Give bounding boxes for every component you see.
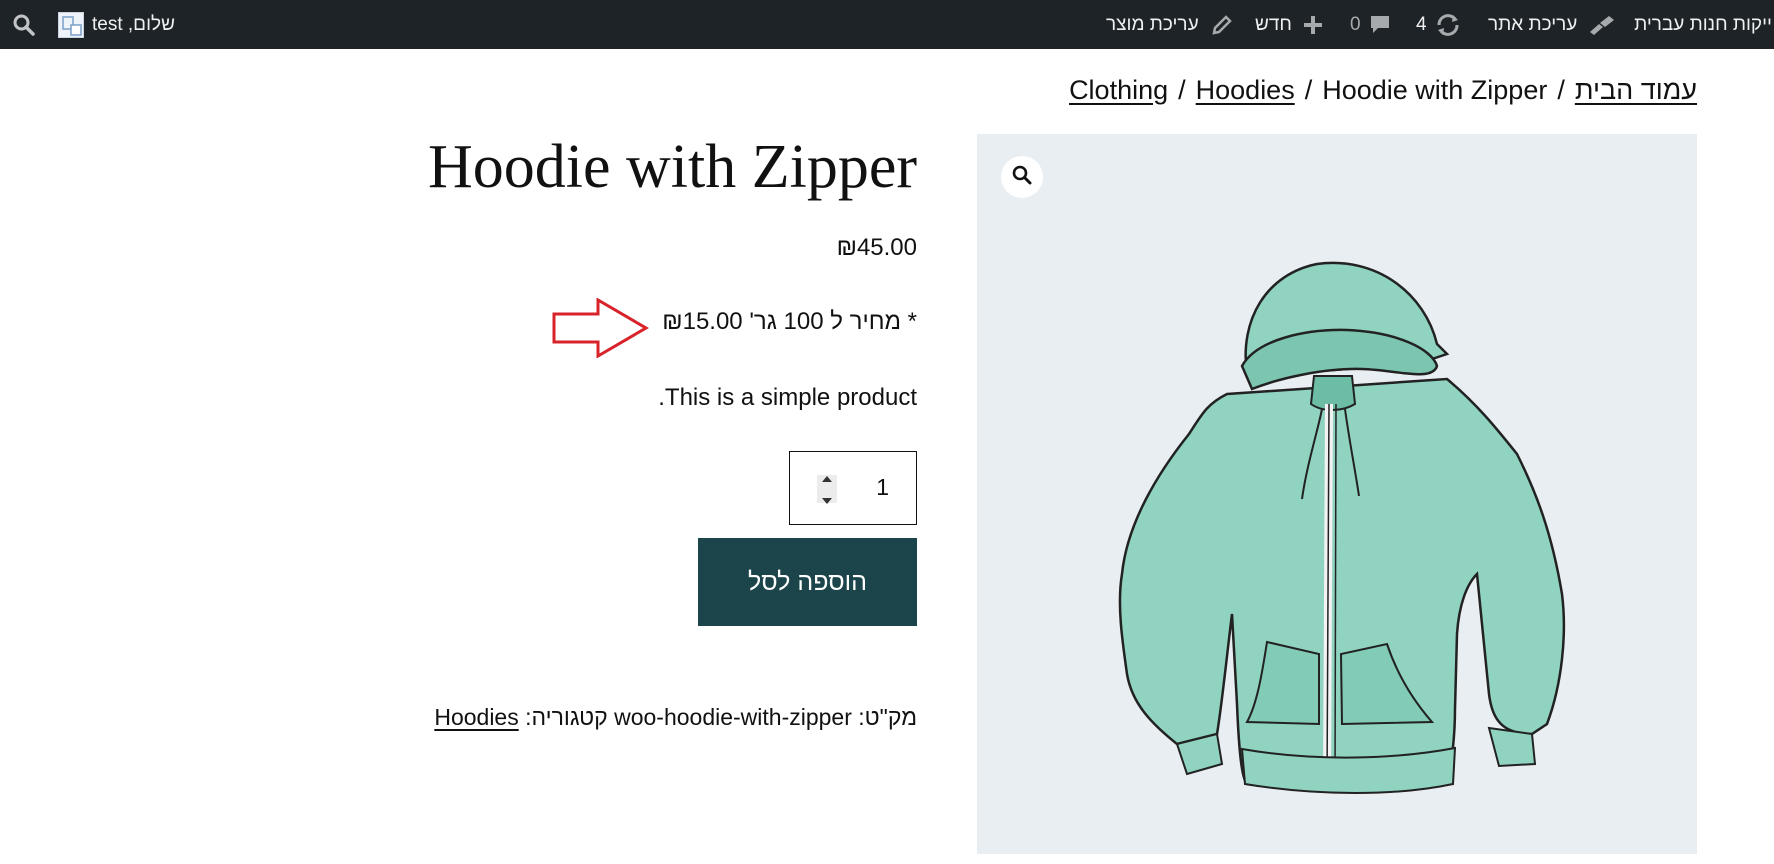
brush-icon [1587,14,1615,36]
new-label: חדש [1255,13,1292,35]
comment-icon [1369,14,1391,36]
arrow-icon [552,297,650,363]
comments-count: 0 [1350,13,1361,35]
category-label: קטגוריה: [525,704,608,730]
breadcrumb-clothing[interactable]: Clothing [1069,75,1168,106]
quantity-value: 1 [876,474,889,500]
zoom-button[interactable] [1001,156,1043,198]
avatar [58,11,84,38]
product-gallery [977,134,1697,854]
short-description: This is a simple product. [658,384,917,411]
greeting: שלום, test [92,13,175,35]
breadcrumb: עמוד הבית / Hoodie with Zipper / Hoodies… [1069,72,1697,108]
updates-count: 4 [1416,13,1427,35]
breadcrumb-separator: / [1304,74,1313,105]
admin-bar: ייקות חנות עברית עריכת אתר 4 0 חדש עריכת… [0,0,1774,49]
quantity-spinner[interactable] [817,475,837,504]
breadcrumb-separator: / [1557,74,1565,105]
new-content-link[interactable]: חדש [1255,0,1324,49]
zoom-icon [1011,164,1033,191]
product-image[interactable] [977,134,1697,854]
unit-price-value: ₪15.00 [662,308,743,335]
customize-label: עריכת אתר [1488,13,1578,35]
updates-link[interactable]: 4 [1416,0,1461,49]
unit-price-label: * מחיר ל 100 גר' [742,308,917,335]
unit-price: * מחיר ל 100 גר' ₪15.00 [662,308,917,336]
site-name-link[interactable]: ייקות חנות עברית [1634,0,1774,49]
chevron-up-icon[interactable] [822,469,832,487]
add-to-cart-button[interactable]: הוספה לסל [698,538,917,626]
category-link[interactable]: Hoodies [434,704,518,730]
chevron-down-icon[interactable] [822,491,832,509]
pencil-icon [1211,14,1233,36]
product-price: ₪45.00 [836,234,917,261]
search-icon [12,13,36,37]
my-account-link[interactable]: שלום, test [58,0,175,49]
customize-link[interactable]: עריכת אתר [1488,0,1615,49]
search-button[interactable] [12,0,36,49]
site-name: ייקות חנות עברית [1634,13,1772,35]
plus-icon [1302,14,1324,36]
sku-label: מק"ט: [858,704,917,730]
breadcrumb-current: Hoodie with Zipper [1322,74,1548,105]
quantity-stepper[interactable]: 1 [789,451,917,525]
edit-product-link[interactable]: עריכת מוצר [1106,0,1233,49]
edit-product-label: עריכת מוצר [1106,13,1199,35]
sku-value: woo-hoodie-with-zipper [614,704,852,730]
breadcrumb-hoodies[interactable]: Hoodies [1196,75,1295,106]
updates-icon [1435,13,1461,37]
breadcrumb-separator: / [1178,74,1186,105]
product-meta: מק"ט: woo-hoodie-with-zipper קטגוריה: Ho… [434,704,917,731]
breadcrumb-home[interactable]: עמוד הבית [1575,75,1697,106]
product-title: Hoodie with Zipper [427,133,917,201]
comments-link[interactable]: 0 [1350,0,1391,49]
